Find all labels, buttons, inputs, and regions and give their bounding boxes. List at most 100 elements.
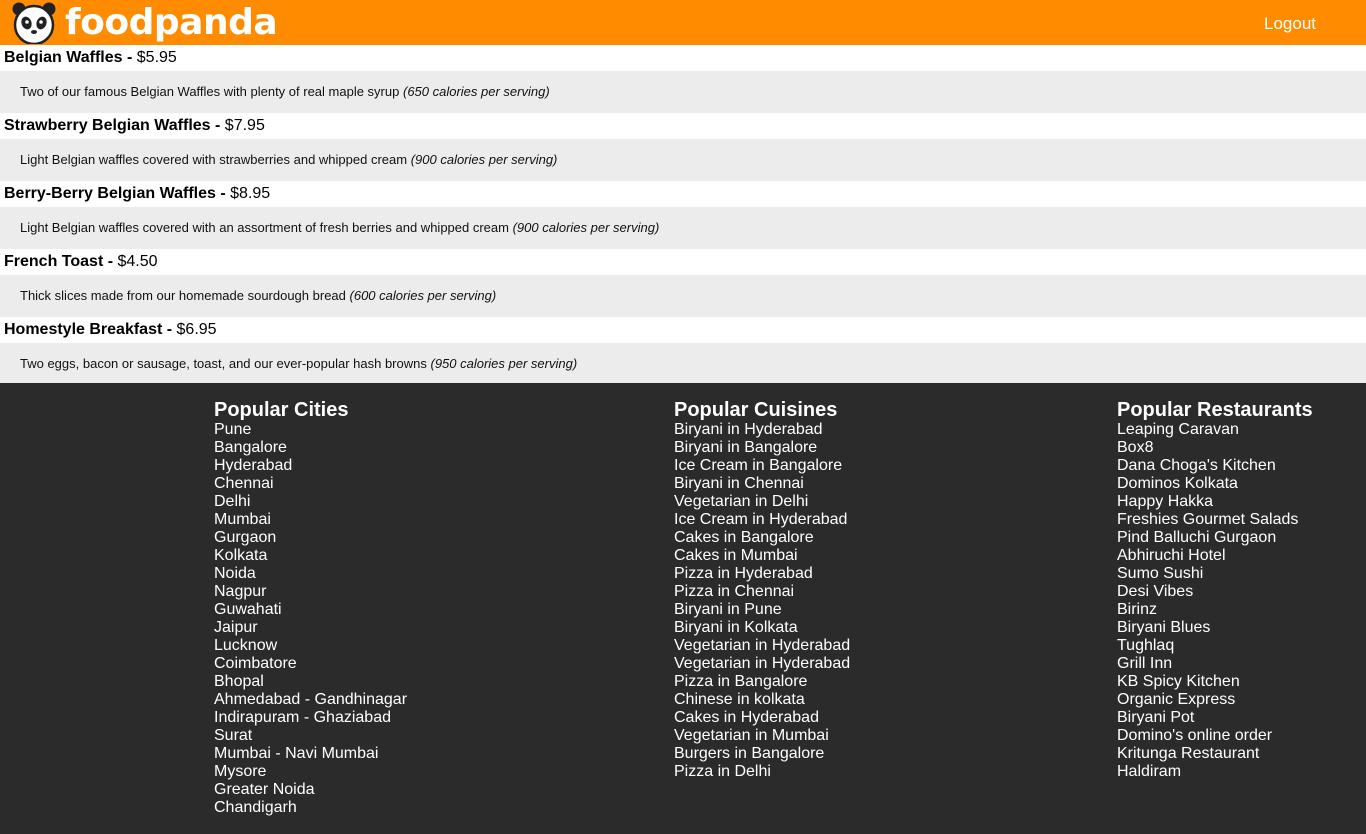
- popular-cuisines-list: Biryani in Hyderabad Biryani in Bangalor…: [674, 421, 850, 781]
- menu-item-calories: (950 calories per serving): [430, 356, 578, 371]
- menu-item-header: Strawberry Belgian Waffles - $7.95: [0, 113, 1366, 139]
- panda-icon: [12, 2, 56, 44]
- menu-item-description-row: Two eggs, bacon or sausage, toast, and o…: [0, 343, 1366, 385]
- cuisine-link[interactable]: Vegetarian in Hyderabad: [674, 637, 850, 655]
- popular-cities-list: Pune Bangalore Hyderabad Chennai Delhi M…: [214, 421, 407, 817]
- city-link[interactable]: Nagpur: [214, 583, 407, 601]
- menu-item-calories: (900 calories per serving): [410, 152, 558, 167]
- menu-item-header: Homestyle Breakfast - $6.95: [0, 317, 1366, 343]
- menu-item-description-row: Two of our famous Belgian Waffles with p…: [0, 71, 1366, 113]
- restaurant-link[interactable]: Biryani Blues: [1117, 619, 1313, 637]
- menu-item-name: French Toast: [4, 253, 104, 270]
- cuisine-link[interactable]: Ice Cream in Hyderabad: [674, 511, 850, 529]
- city-link[interactable]: Kolkata: [214, 547, 407, 565]
- footer: Popular Cities Pune Bangalore Hyderabad …: [0, 383, 1366, 834]
- menu-item-calories: (900 calories per serving): [512, 220, 660, 235]
- menu-item-price: $8.95: [230, 185, 271, 202]
- menu-item-name: Berry-Berry Belgian Waffles: [4, 185, 216, 202]
- menu-item-calories: (650 calories per serving): [402, 84, 550, 99]
- city-link[interactable]: Pune: [214, 421, 407, 439]
- cuisine-link[interactable]: Pizza in Bangalore: [674, 673, 850, 691]
- restaurant-link[interactable]: Grill Inn: [1117, 655, 1313, 673]
- menu-item-price: $7.95: [224, 117, 265, 134]
- menu-item-separator: -: [210, 117, 225, 134]
- city-link[interactable]: Mumbai - Navi Mumbai: [214, 745, 407, 763]
- restaurant-link[interactable]: Happy Hakka: [1117, 493, 1313, 511]
- cuisine-link[interactable]: Vegetarian in Mumbai: [674, 727, 850, 745]
- cuisine-link[interactable]: Vegetarian in Hyderabad: [674, 655, 850, 673]
- menu-item-name: Strawberry Belgian Waffles: [4, 117, 211, 134]
- menu-item-header: French Toast - $4.50: [0, 249, 1366, 275]
- city-link[interactable]: Gurgaon: [214, 529, 407, 547]
- menu-item-header: Berry-Berry Belgian Waffles - $8.95: [0, 181, 1366, 207]
- logout-link[interactable]: Logout: [1264, 14, 1316, 34]
- city-link[interactable]: Hyderabad: [214, 457, 407, 475]
- popular-cuisines-section: Popular Cuisines Biryani in Hyderabad Bi…: [674, 399, 850, 781]
- cuisine-link[interactable]: Biryani in Bangalore: [674, 439, 850, 457]
- menu-item-separator: -: [162, 321, 177, 338]
- city-link[interactable]: Noida: [214, 565, 407, 583]
- restaurant-link[interactable]: Pind Balluchi Gurgaon: [1117, 529, 1313, 547]
- menu-item-calories: (600 calories per serving): [349, 288, 497, 303]
- city-link[interactable]: Jaipur: [214, 619, 407, 637]
- restaurant-link[interactable]: Biryani Pot: [1117, 709, 1313, 727]
- restaurant-link[interactable]: Freshies Gourmet Salads: [1117, 511, 1313, 529]
- restaurant-link[interactable]: Desi Vibes: [1117, 583, 1313, 601]
- restaurant-link[interactable]: Sumo Sushi: [1117, 565, 1313, 583]
- city-link[interactable]: Ahmedabad - Gandhinagar: [214, 691, 407, 709]
- restaurant-link[interactable]: KB Spicy Kitchen: [1117, 673, 1313, 691]
- menu-item-price: $6.95: [176, 321, 217, 338]
- menu-item-price: $5.95: [136, 49, 177, 66]
- menu-item-description: Two eggs, bacon or sausage, toast, and o…: [20, 356, 427, 371]
- popular-cuisines-title: Popular Cuisines: [674, 399, 838, 421]
- menu-item: Berry-Berry Belgian Waffles - $8.95 Ligh…: [0, 181, 1366, 249]
- city-link[interactable]: Coimbatore: [214, 655, 407, 673]
- cuisine-link[interactable]: Cakes in Bangalore: [674, 529, 850, 547]
- restaurant-link[interactable]: Box8: [1117, 439, 1313, 457]
- restaurant-link[interactable]: Abhiruchi Hotel: [1117, 547, 1313, 565]
- menu-item-description-row: Light Belgian waffles covered with straw…: [0, 139, 1366, 181]
- menu-item-separator: -: [122, 49, 137, 66]
- restaurant-link[interactable]: Organic Express: [1117, 691, 1313, 709]
- restaurant-link[interactable]: Leaping Caravan: [1117, 421, 1313, 439]
- menu-item-description: Thick slices made from our homemade sour…: [20, 288, 346, 303]
- menu-item-price: $4.50: [117, 253, 158, 270]
- popular-cities-section: Popular Cities Pune Bangalore Hyderabad …: [214, 399, 407, 817]
- city-link[interactable]: Guwahati: [214, 601, 407, 619]
- city-link[interactable]: Bangalore: [214, 439, 407, 457]
- cuisine-link[interactable]: Pizza in Hyderabad: [674, 565, 850, 583]
- cuisine-link[interactable]: Ice Cream in Bangalore: [674, 457, 850, 475]
- city-link[interactable]: Mysore: [214, 763, 407, 781]
- cuisine-link[interactable]: Burgers in Bangalore: [674, 745, 850, 763]
- brand-logo[interactable]: foodpanda: [12, 2, 278, 44]
- menu-item-description: Light Belgian waffles covered with straw…: [20, 152, 408, 167]
- restaurant-link[interactable]: Tughlaq: [1117, 637, 1313, 655]
- cuisine-link[interactable]: Chinese in kolkata: [674, 691, 850, 709]
- city-link[interactable]: Indirapuram - Ghaziabad: [214, 709, 407, 727]
- restaurant-link[interactable]: Dominos Kolkata: [1117, 475, 1313, 493]
- restaurant-link[interactable]: Dana Choga's Kitchen: [1117, 457, 1313, 475]
- city-link[interactable]: Delhi: [214, 493, 407, 511]
- cuisine-link[interactable]: Cakes in Hyderabad: [674, 709, 850, 727]
- city-link[interactable]: Chandigarh: [214, 799, 407, 817]
- cuisine-link[interactable]: Cakes in Mumbai: [674, 547, 850, 565]
- menu-item-description: Two of our famous Belgian Waffles with p…: [20, 84, 400, 99]
- restaurant-link[interactable]: Birinz: [1117, 601, 1313, 619]
- city-link[interactable]: Chennai: [214, 475, 407, 493]
- restaurant-link[interactable]: Kritunga Restaurant: [1117, 745, 1313, 763]
- cuisine-link[interactable]: Biryani in Chennai: [674, 475, 850, 493]
- city-link[interactable]: Mumbai: [214, 511, 407, 529]
- cuisine-link[interactable]: Pizza in Delhi: [674, 763, 850, 781]
- restaurant-link[interactable]: Domino's online order: [1117, 727, 1313, 745]
- city-link[interactable]: Bhopal: [214, 673, 407, 691]
- cuisine-link[interactable]: Vegetarian in Delhi: [674, 493, 850, 511]
- cuisine-link[interactable]: Biryani in Kolkata: [674, 619, 850, 637]
- city-link[interactable]: Surat: [214, 727, 407, 745]
- cuisine-link[interactable]: Biryani in Pune: [674, 601, 850, 619]
- restaurant-link[interactable]: Haldiram: [1117, 763, 1313, 781]
- menu-item-name: Belgian Waffles: [4, 49, 123, 66]
- cuisine-link[interactable]: Biryani in Hyderabad: [674, 421, 850, 439]
- cuisine-link[interactable]: Pizza in Chennai: [674, 583, 850, 601]
- city-link[interactable]: Greater Noida: [214, 781, 407, 799]
- city-link[interactable]: Lucknow: [214, 637, 407, 655]
